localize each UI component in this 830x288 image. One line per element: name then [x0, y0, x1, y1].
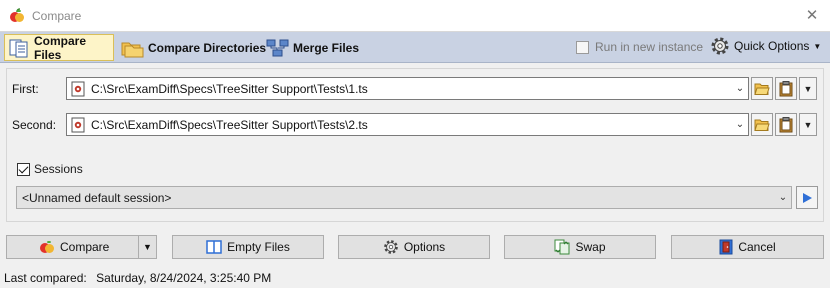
clipboard-icon	[779, 116, 793, 132]
merge-icon	[266, 39, 289, 56]
compare-dropdown-arrow[interactable]: ▼	[138, 236, 156, 258]
clipboard-icon	[779, 80, 793, 96]
last-compared-value: Saturday, 8/24/2024, 3:25:40 PM	[96, 271, 272, 285]
exit-door-icon	[719, 239, 733, 255]
open-folder-icon	[754, 83, 770, 95]
empty-files-label: Empty Files	[227, 240, 290, 254]
first-path-combo[interactable]: C:\Src\ExamDiff\Specs\TreeSitter Support…	[66, 77, 749, 100]
empty-files-button[interactable]: Empty Files	[172, 235, 324, 259]
second-path-combo[interactable]: C:\Src\ExamDiff\Specs\TreeSitter Support…	[66, 113, 749, 136]
sessions-checkbox-box[interactable]	[17, 162, 30, 176]
open-folder-icon	[754, 119, 770, 131]
tab-merge-files[interactable]: Merge Files	[262, 34, 363, 61]
session-select-value: <Unnamed default session>	[22, 190, 172, 205]
chevron-down-icon[interactable]: ⌄	[732, 83, 748, 94]
cancel-button[interactable]: Cancel	[671, 235, 824, 259]
tab-merge-files-label: Merge Files	[293, 40, 360, 55]
browse-first-button[interactable]	[751, 77, 773, 100]
sessions-label: Sessions	[34, 162, 83, 176]
file-icon	[71, 81, 85, 96]
paste-first-button[interactable]	[775, 77, 797, 100]
swap-label: Swap	[575, 240, 606, 254]
first-label: First:	[12, 82, 39, 96]
run-in-new-instance-box[interactable]	[576, 40, 589, 54]
first-path-value[interactable]: C:\Src\ExamDiff\Specs\TreeSitter Support…	[91, 82, 732, 96]
compare-apple-icon	[40, 241, 54, 253]
gear-icon	[384, 240, 398, 254]
second-path-value[interactable]: C:\Src\ExamDiff\Specs\TreeSitter Support…	[91, 118, 732, 132]
close-icon[interactable]: ✕	[802, 6, 822, 26]
gear-icon	[711, 37, 729, 55]
browse-second-button[interactable]	[751, 113, 773, 136]
chevron-down-icon[interactable]: ⌄	[732, 119, 748, 130]
compare-button[interactable]: Compare ▼	[6, 235, 157, 259]
compare-button-label: Compare	[60, 240, 110, 254]
load-session-button[interactable]	[796, 186, 818, 209]
run-in-new-instance-checkbox[interactable]: Run in new instance	[576, 40, 703, 54]
chevron-down-icon: ▼	[813, 41, 822, 51]
paste-second-button[interactable]	[775, 113, 797, 136]
file-icon	[71, 117, 85, 132]
run-in-new-instance-label: Run in new instance	[595, 40, 704, 54]
tab-compare-files[interactable]: Compare Files	[4, 33, 114, 62]
tab-compare-directories-label: Compare Directories	[148, 40, 267, 55]
quick-options-button[interactable]: Quick Options ▼	[710, 36, 821, 56]
app-apple-icon	[10, 8, 24, 22]
last-compared-label: Last compared:	[4, 271, 87, 285]
cancel-label: Cancel	[738, 240, 776, 254]
mode-toolbar: Compare Files Compare Directories Merge …	[0, 32, 830, 63]
options-button[interactable]: Options	[338, 235, 490, 259]
second-menu-button[interactable]: ▼	[799, 113, 817, 136]
chevron-down-icon[interactable]: ⌄	[775, 192, 791, 203]
status-bar: Last compared: Saturday, 8/24/2024, 3:25…	[0, 268, 830, 288]
tab-compare-files-label: Compare Files	[34, 33, 87, 62]
compare-files-icon	[9, 39, 28, 57]
two-pane-icon	[206, 240, 222, 254]
title-bar: Compare ✕	[0, 0, 830, 32]
options-label: Options	[403, 240, 446, 254]
play-icon	[803, 192, 812, 203]
first-menu-button[interactable]: ▼	[799, 77, 817, 100]
session-select[interactable]: <Unnamed default session> ⌄	[16, 186, 792, 209]
quick-options-label: Quick Options	[734, 39, 810, 53]
sessions-checkbox[interactable]: Sessions	[17, 162, 83, 176]
tab-compare-directories[interactable]: Compare Directories	[117, 34, 270, 61]
window-title: Compare	[32, 9, 82, 23]
swap-icon	[554, 239, 570, 255]
second-label: Second:	[12, 118, 57, 132]
swap-button[interactable]: Swap	[504, 235, 656, 259]
folders-icon	[121, 42, 144, 57]
